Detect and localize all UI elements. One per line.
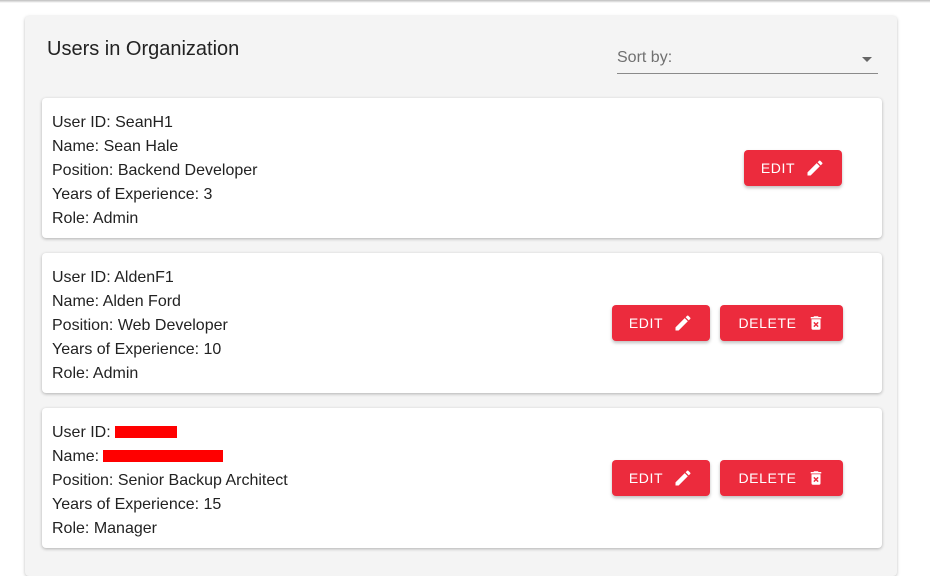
user-id-value: AldenF1	[114, 269, 174, 286]
name-label: Name:	[52, 448, 100, 465]
user-card: User ID: SeanH1 Name: Sean Hale Position…	[42, 98, 882, 238]
experience-label: Years of Experience:	[52, 496, 200, 513]
delete-button-label: DELETE	[738, 315, 797, 331]
trash-icon	[810, 316, 821, 330]
position-label: Position:	[52, 162, 114, 179]
role-line: Role: Admin	[52, 362, 228, 386]
position-line: Position: Backend Developer	[52, 159, 257, 183]
sort-by-select[interactable]: Sort by:	[617, 46, 878, 74]
experience-line: Years of Experience: 15	[52, 493, 288, 517]
user-id-line: User ID: AldenF1	[52, 266, 228, 290]
role-label: Role:	[52, 210, 90, 227]
edit-button-label: EDIT	[760, 160, 796, 176]
experience-line: Years of Experience: 3	[52, 183, 257, 207]
position-value: Web Developer	[117, 317, 228, 334]
edit-button[interactable]: EDIT	[612, 460, 710, 496]
delete-button-label: DELETE	[738, 470, 797, 486]
delete-button[interactable]: DELETE	[720, 305, 843, 341]
position-label: Position:	[52, 317, 114, 334]
experience-line: Years of Experience: 10	[52, 338, 228, 362]
sort-by-label: Sort by:	[617, 49, 673, 66]
name-value: Alden Ford	[102, 293, 181, 310]
top-edge-shadow	[0, 0, 930, 3]
pencil-icon	[675, 470, 691, 486]
edit-button[interactable]: EDIT	[612, 305, 710, 341]
role-line: Role: Manager	[52, 517, 288, 541]
name-label: Name:	[52, 293, 100, 310]
user-id-line: User ID:	[52, 421, 288, 445]
pencil-icon	[807, 160, 823, 176]
role-value: Manager	[93, 520, 157, 537]
name-value: Sean Hale	[103, 138, 179, 155]
user-card: User ID: AldenF1 Name: Alden Ford Positi…	[42, 253, 882, 393]
position-line: Position: Senior Backup Architect	[52, 469, 288, 493]
experience-value: 10	[203, 341, 222, 358]
edit-button-label: EDIT	[628, 315, 664, 331]
redaction-mark	[114, 426, 177, 438]
position-label: Position:	[52, 472, 114, 489]
role-label: Role:	[52, 365, 90, 382]
redaction-mark	[103, 450, 224, 462]
position-value: Backend Developer	[117, 162, 258, 179]
chevron-down-icon[interactable]	[862, 57, 872, 62]
experience-label: Years of Experience:	[52, 186, 200, 203]
experience-value: 3	[203, 186, 213, 203]
user-card: User ID: Name: Position: Senior Backup A…	[42, 408, 882, 548]
user-id-value: SeanH1	[115, 114, 173, 131]
experience-label: Years of Experience:	[52, 341, 200, 358]
name-label: Name:	[52, 138, 100, 155]
delete-button[interactable]: DELETE	[720, 460, 843, 496]
position-value: Senior Backup Architect	[117, 472, 288, 489]
name-line: Name: Alden Ford	[52, 290, 228, 314]
position-line: Position: Web Developer	[52, 314, 228, 338]
edit-button-label: EDIT	[628, 470, 664, 486]
user-id-label: User ID:	[52, 269, 111, 286]
experience-value: 15	[203, 496, 222, 513]
user-id-label: User ID:	[52, 114, 111, 131]
role-value: Admin	[92, 365, 139, 382]
user-id-label: User ID:	[52, 424, 111, 441]
users-panel: Users in Organization Sort by: User ID: …	[25, 16, 897, 576]
user-id-line: User ID: SeanH1	[52, 111, 257, 135]
role-label: Role:	[52, 520, 90, 537]
role-line: Role: Admin	[52, 207, 257, 231]
name-line: Name:	[52, 445, 288, 469]
pencil-icon	[675, 315, 691, 331]
trash-icon	[810, 471, 821, 485]
name-line: Name: Sean Hale	[52, 135, 257, 159]
page-title: Users in Organization	[47, 38, 240, 60]
role-value: Admin	[92, 210, 139, 227]
edit-button[interactable]: EDIT	[744, 150, 842, 186]
